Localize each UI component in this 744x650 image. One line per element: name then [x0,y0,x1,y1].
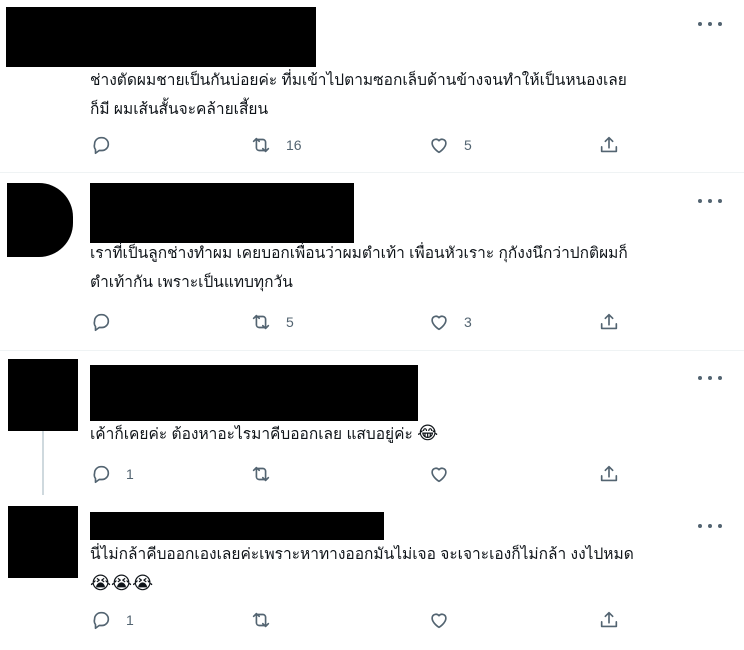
tweet-3[interactable]: เค้าก็เคยค่ะ ต้องหาอะไรมาคีบออกเลย แสบอย… [0,351,744,495]
tweet-text-line: เราที่เป็นลูกช่างทำผม เคยบอกเพื่อนว่าผมต… [90,245,628,262]
like-button[interactable]: 3 [428,310,472,334]
reply-button[interactable] [90,133,126,157]
reply-count: 1 [126,612,134,628]
tweet-text: นี่ไม่กล้าคีบออกเองเลยค่ะเพราะหาทางออกมั… [90,540,730,598]
tweet-text-line: ช่างตัดผมชายเป็นกันบ่อยค่ะ ที่มเข้าไปตาม… [90,72,627,89]
tweet-text-line: ก็มี ผมเส้นสั้นจะคล้ายเสี้ยน [90,101,269,118]
like-button[interactable] [428,608,464,632]
more-options-button[interactable] [698,193,722,209]
more-icon [698,376,702,380]
retweet-button[interactable]: 5 [250,310,294,334]
redacted-user-header [90,365,418,421]
retweet-icon [252,466,270,482]
retweet-icon [252,612,270,628]
tweet-actions: 5 3 [90,310,630,334]
redacted-user-header [6,7,316,67]
tweet-text: ช่างตัดผมชายเป็นกันบ่อยค่ะ ที่มเข้าไปตาม… [90,66,730,124]
tweet-text-line: ตำเท้ากัน เพราะเป็นแทบทุกวัน [90,274,293,291]
avatar[interactable] [8,506,78,578]
avatar[interactable] [8,359,78,431]
tweet-1[interactable]: ช่างตัดผมชายเป็นกันบ่อยค่ะ ที่มเข้าไปตาม… [0,0,744,172]
heart-icon [431,467,447,483]
more-options-button[interactable] [698,518,722,534]
tweet-text-line: เค้าก็เคยค่ะ ต้องหาอะไรมาคีบออกเลย แสบอย… [90,423,439,443]
like-button[interactable] [428,462,464,486]
retweet-count: 5 [286,314,294,330]
tweet-actions: 16 5 [90,133,630,157]
more-icon [698,524,702,528]
share-button[interactable] [598,462,620,486]
like-count: 3 [464,314,472,330]
redacted-user-header [90,183,354,243]
heart-icon [431,138,447,154]
crying-emoji: 😭😭😭 [90,573,154,593]
crying-laughing-emoji: 😂 [417,423,439,443]
retweet-button[interactable]: 16 [250,133,302,157]
share-icon [600,611,618,628]
retweet-button[interactable] [250,462,286,486]
tweet-actions: 1 [90,462,630,486]
reply-icon [93,465,110,484]
thread-line [42,431,44,495]
retweet-icon [252,314,270,330]
reply-button[interactable]: 1 [90,462,134,486]
share-button[interactable] [598,310,620,334]
share-icon [600,465,618,482]
retweet-count: 16 [286,137,302,153]
reply-icon [93,611,110,630]
tweet-actions: 1 [90,608,630,632]
more-options-button[interactable] [698,370,722,386]
more-icon [698,199,702,203]
tweet-4[interactable]: นี่ไม่กล้าคีบออกเองเลยค่ะเพราะหาทางออกมั… [0,500,744,650]
avatar[interactable] [7,183,73,257]
reply-button[interactable] [90,310,126,334]
retweet-button[interactable] [250,608,286,632]
heart-icon [431,315,447,331]
reply-icon [93,313,110,332]
more-icon [698,22,702,26]
share-icon [600,136,618,153]
reply-button[interactable]: 1 [90,608,134,632]
more-options-button[interactable] [698,16,722,32]
tweet-text: เค้าก็เคยค่ะ ต้องหาอะไรมาคีบออกเลย แสบอย… [90,419,730,449]
tweet-2[interactable]: เราที่เป็นลูกช่างทำผม เคยบอกเพื่อนว่าผมต… [0,173,744,350]
share-button[interactable] [598,133,620,157]
like-button[interactable]: 5 [428,133,472,157]
tweet-text-line: นี่ไม่กล้าคีบออกเองเลยค่ะเพราะหาทางออกมั… [90,546,634,563]
heart-icon [431,613,447,629]
like-count: 5 [464,137,472,153]
share-icon [600,313,618,330]
reply-count: 1 [126,466,134,482]
retweet-icon [252,137,270,153]
redacted-user-header [90,512,384,540]
reply-icon [93,136,110,155]
tweet-text: เราที่เป็นลูกช่างทำผม เคยบอกเพื่อนว่าผมต… [90,239,730,297]
share-button[interactable] [598,608,620,632]
